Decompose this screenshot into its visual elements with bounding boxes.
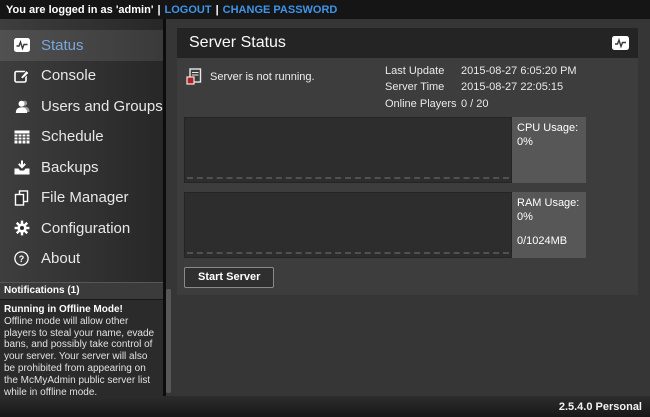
svg-text:?: ? <box>19 254 25 264</box>
server-info-table: Last Update 2015-08-27 6:05:20 PM Server… <box>385 64 577 111</box>
server-status-message: Server is not running. <box>210 68 315 83</box>
sidebar-item-console[interactable]: Console <box>0 61 163 92</box>
notifications-panel: Notifications (1) Running in Offline Mod… <box>0 282 163 404</box>
users-icon <box>13 98 30 115</box>
status-row: Server is not running. Last Update 2015-… <box>184 64 638 111</box>
scrollbar-thumb[interactable] <box>166 289 171 393</box>
server-status-panel: Server Status Server is not running. Las… <box>177 28 638 295</box>
separator: | <box>216 4 219 16</box>
server-stopped-icon <box>186 68 202 85</box>
topbar: You are logged in as 'admin' | LOGOUT | … <box>0 0 650 19</box>
file-manager-icon <box>13 189 30 206</box>
status-pulse-icon <box>612 36 629 50</box>
cpu-usage-box: CPU Usage: 0% <box>512 117 586 183</box>
status-message-block: Server is not running. <box>184 64 385 111</box>
cpu-chart-baseline <box>187 177 509 179</box>
ram-chart-row: RAM Usage: 0% 0/1024MB <box>184 192 638 258</box>
sidebar-item-label: Console <box>41 67 96 84</box>
sidebar-item-label: Status <box>41 37 84 54</box>
sidebar-item-label: Schedule <box>41 128 104 145</box>
console-icon <box>13 67 30 84</box>
change-password-link[interactable]: CHANGE PASSWORD <box>223 4 338 16</box>
schedule-icon <box>13 128 30 145</box>
sidebar-menu: Status Console Users and Groups <box>0 19 163 274</box>
sidebar-item-label: About <box>41 250 80 267</box>
ram-chart-baseline <box>187 252 509 254</box>
footer: 2.5.4.0 Personal <box>0 396 650 417</box>
notification-item: Running in Offline Mode! Offline mode wi… <box>0 300 163 404</box>
panel-header: Server Status <box>177 28 638 58</box>
sidebar-item-backups[interactable]: Backups <box>0 152 163 183</box>
cpu-chart-row: CPU Usage: 0% <box>184 117 638 183</box>
question-icon: ? <box>13 250 30 267</box>
notifications-header: Notifications (1) <box>0 282 163 300</box>
sidebar-item-label: File Manager <box>41 189 129 206</box>
logout-link[interactable]: LOGOUT <box>165 4 212 16</box>
ram-usage-detail: 0/1024MB <box>517 235 581 249</box>
sidebar-item-label: Backups <box>41 159 99 176</box>
status-pulse-icon <box>13 37 30 54</box>
info-value: 2015-08-27 6:05:20 PM <box>461 65 577 78</box>
ram-usage-box: RAM Usage: 0% 0/1024MB <box>512 192 586 258</box>
cpu-usage-chart <box>184 117 512 183</box>
page-title: Server Status <box>189 34 612 52</box>
info-value: 0 / 20 <box>461 98 577 111</box>
gear-icon <box>13 220 30 237</box>
ram-usage-chart <box>184 192 512 258</box>
notification-body-text: Offline mode will allow other players to… <box>4 316 159 399</box>
sidebar-item-status[interactable]: Status <box>0 30 163 61</box>
separator: | <box>157 4 160 16</box>
button-row: Start Server <box>184 267 638 288</box>
info-label: Online Players <box>385 98 461 111</box>
info-value: 2015-08-27 22:05:15 <box>461 81 577 94</box>
cpu-usage-label: CPU Usage: <box>517 122 581 136</box>
version-text: 2.5.4.0 Personal <box>559 401 642 413</box>
backups-icon <box>13 159 30 176</box>
info-label: Last Update <box>385 65 461 78</box>
sidebar-item-configuration[interactable]: Configuration <box>0 213 163 244</box>
sidebar-item-label: Users and Groups <box>41 98 163 115</box>
sidebar-item-about[interactable]: ? About <box>0 244 163 275</box>
sidebar-item-label: Configuration <box>41 220 130 237</box>
cpu-usage-value: 0% <box>517 136 581 150</box>
notification-title: Running in Offline Mode! <box>4 304 159 316</box>
start-server-button[interactable]: Start Server <box>184 267 274 288</box>
ram-usage-value: 0% <box>517 211 581 225</box>
logged-in-text: You are logged in as 'admin' <box>6 4 153 16</box>
info-label: Server Time <box>385 81 461 94</box>
sidebar-item-users-and-groups[interactable]: Users and Groups <box>0 91 163 122</box>
ram-usage-label: RAM Usage: <box>517 197 581 211</box>
sidebar-item-file-manager[interactable]: File Manager <box>0 183 163 214</box>
sidebar-item-schedule[interactable]: Schedule <box>0 122 163 153</box>
